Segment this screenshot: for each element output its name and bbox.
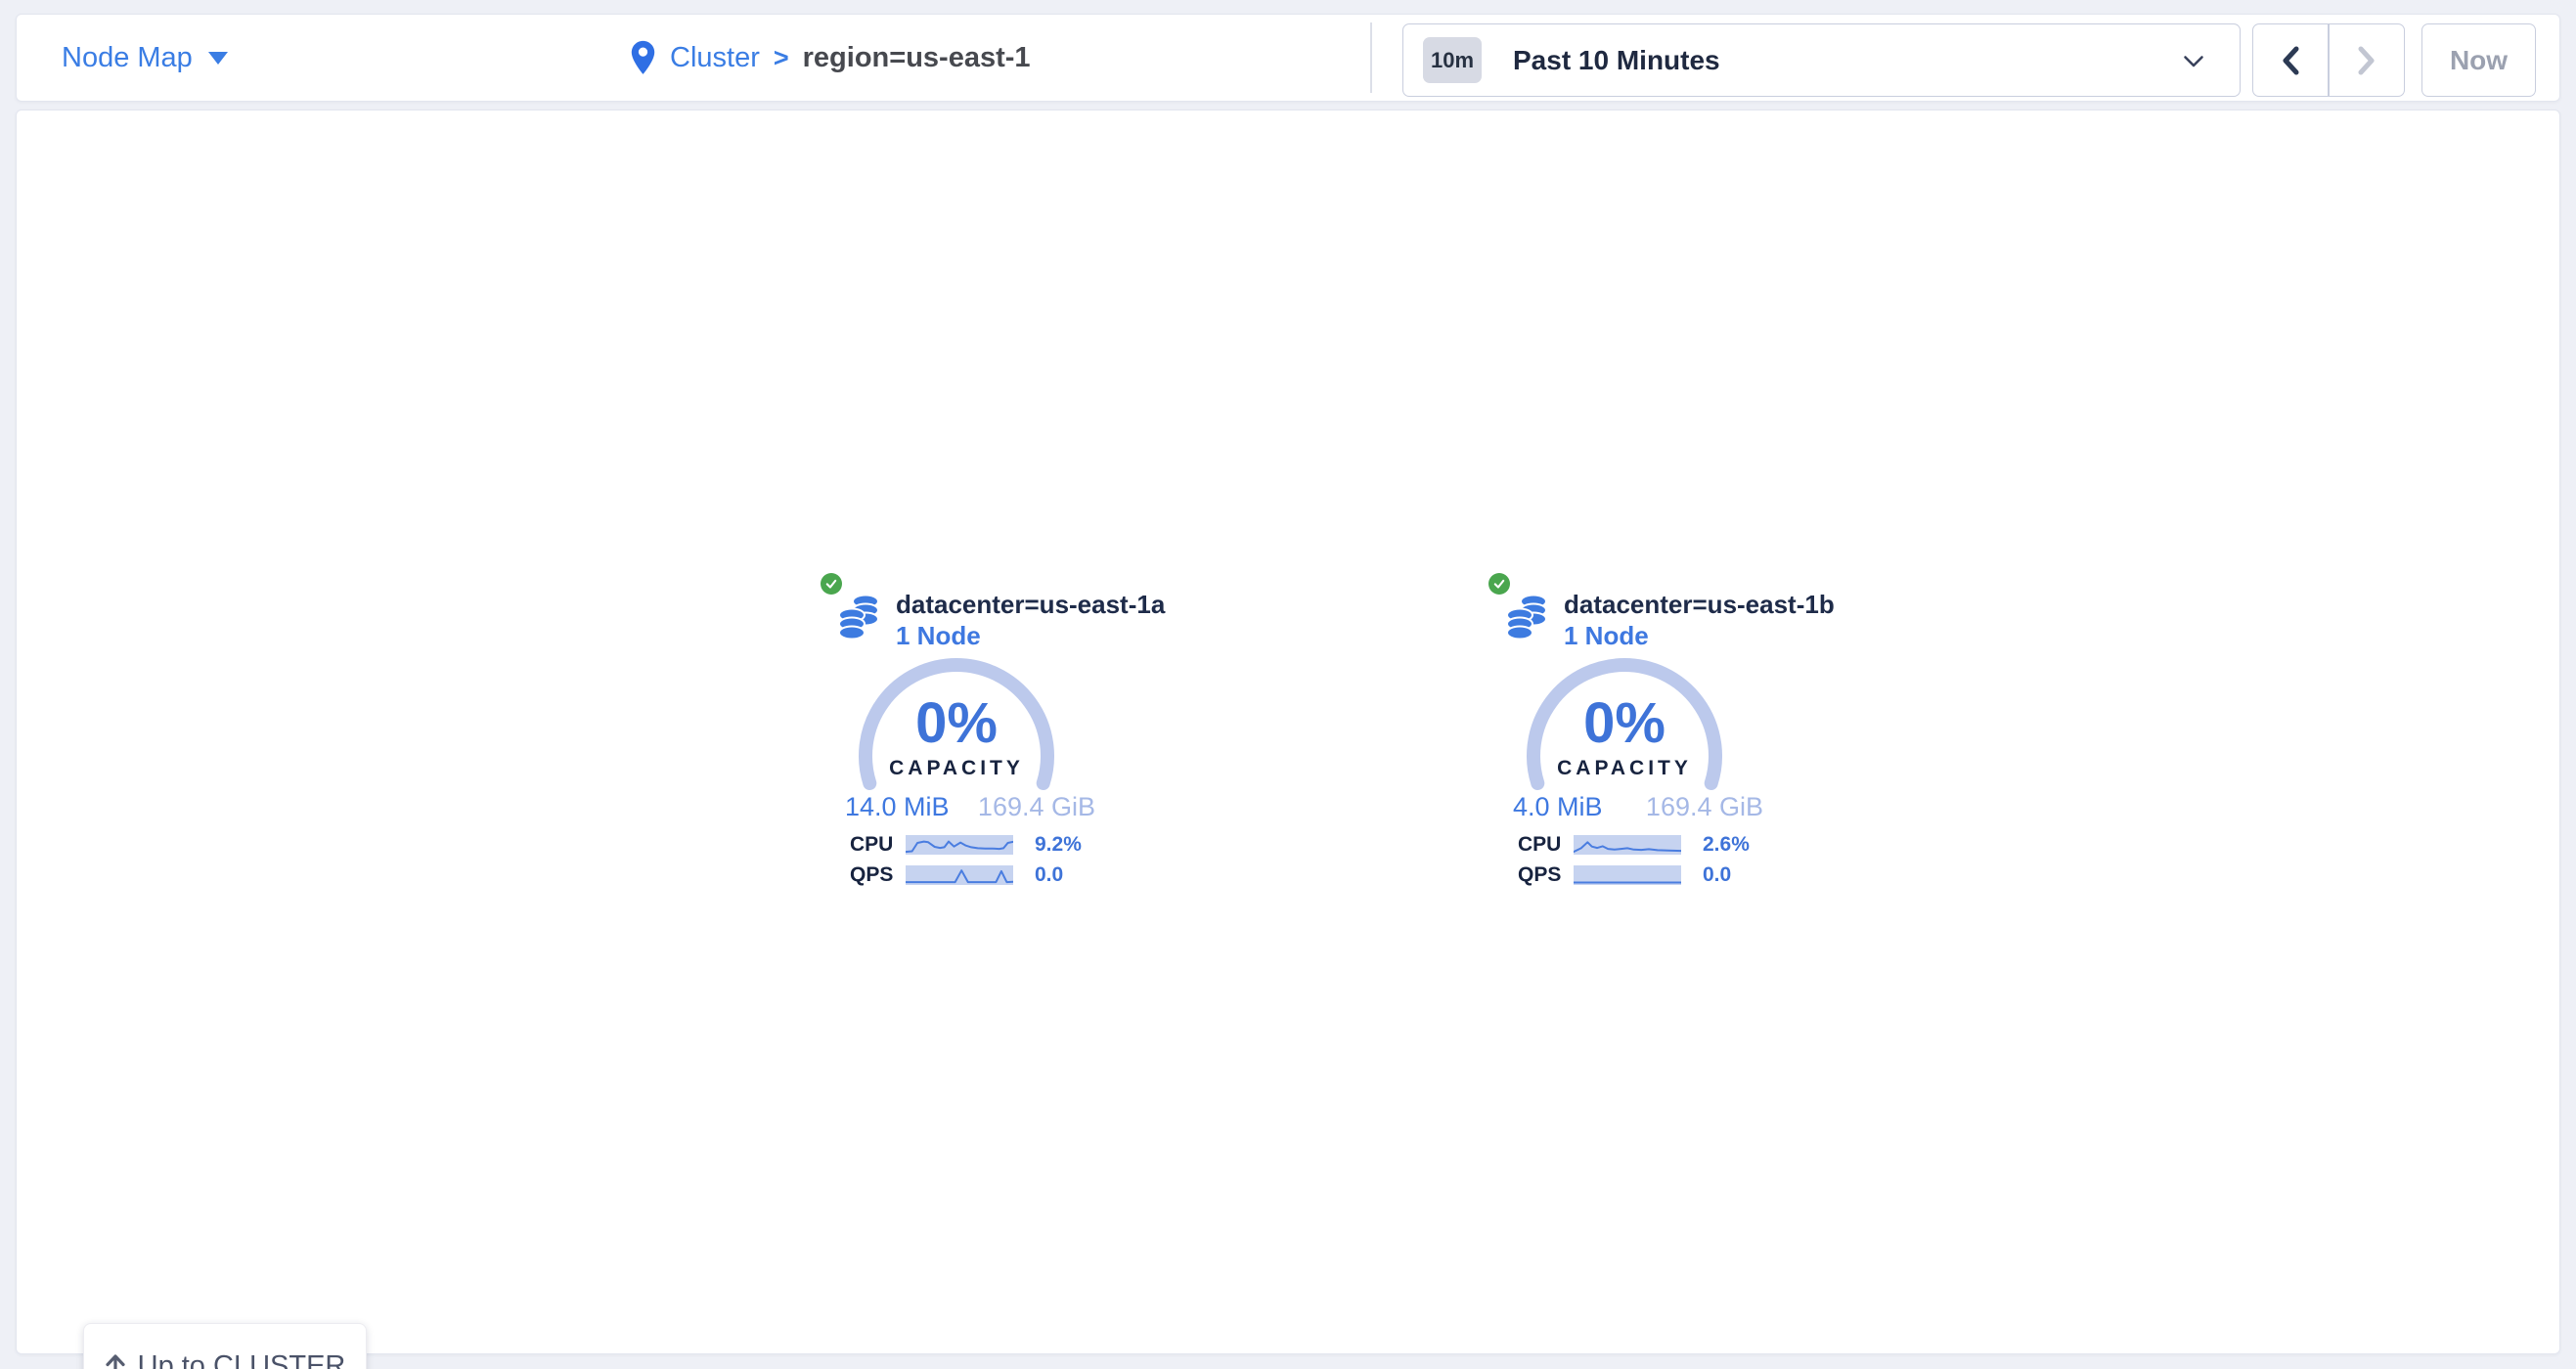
qps-label: QPS — [1518, 863, 1574, 887]
capacity-gauge-center: 0% CAPACITY — [1522, 653, 1727, 780]
time-prev-button[interactable] — [2252, 23, 2329, 97]
time-window-label: Past 10 Minutes — [1513, 45, 1720, 76]
healthy-check-icon — [821, 573, 842, 595]
chevron-left-icon — [2281, 45, 2300, 76]
capacity-percent: 0% — [854, 694, 1059, 753]
now-button[interactable]: Now — [2421, 23, 2536, 97]
qps-label: QPS — [850, 863, 906, 887]
qps-sparkline — [1574, 865, 1681, 885]
location-pin-icon — [630, 40, 656, 75]
time-window-dropdown[interactable]: 10m Past 10 Minutes — [1402, 23, 2241, 97]
locality-name: datacenter=us-east-1b — [1564, 590, 1835, 620]
cpu-sparkline — [906, 835, 1013, 855]
cpu-metric-row: CPU 9.2% — [850, 833, 1104, 857]
capacity-used: 4.0 MiB — [1513, 792, 1603, 822]
cpu-sparkline — [1574, 835, 1681, 855]
qps-sparkline — [906, 865, 1013, 885]
capacity-gauge-center: 0% CAPACITY — [854, 653, 1059, 780]
breadcrumb: Cluster > region=us-east-1 — [630, 15, 1031, 101]
capacity-caption: CAPACITY — [854, 757, 1059, 780]
cpu-label: CPU — [1518, 833, 1574, 857]
breadcrumb-cluster-link[interactable]: Cluster — [670, 42, 760, 74]
locality-name: datacenter=us-east-1a — [896, 590, 1165, 620]
database-stack-icon — [1505, 594, 1548, 645]
capacity-caption: CAPACITY — [1522, 757, 1727, 780]
arrow-up-icon — [105, 1353, 126, 1369]
view-selector-label: Node Map — [62, 42, 193, 74]
capacity-total: 169.4 GiB — [1646, 792, 1763, 822]
breadcrumb-separator: > — [774, 43, 789, 73]
chevron-right-icon — [2357, 45, 2376, 76]
time-nav-group — [2252, 23, 2405, 97]
qps-metric-row: QPS 0.0 — [850, 863, 1104, 887]
cpu-label: CPU — [850, 833, 906, 857]
capacity-used: 14.0 MiB — [845, 792, 950, 822]
capacity-values-row: 14.0 MiB 169.4 GiB — [845, 792, 1095, 822]
locality-node-count-link[interactable]: 1 Node — [896, 621, 981, 651]
header-bar: Node Map Cluster > region=us-east-1 10m … — [16, 14, 2560, 102]
up-to-cluster-label: Up to CLUSTER — [138, 1350, 346, 1369]
up-to-cluster-button[interactable]: Up to CLUSTER — [83, 1323, 367, 1369]
cpu-metric-row: CPU 2.6% — [1518, 833, 1772, 857]
cpu-value: 2.6% — [1703, 833, 1750, 857]
time-window-badge: 10m — [1423, 37, 1482, 83]
locality-card-us-east-1b[interactable]: datacenter=us-east-1b 1 Node 0% CAPACITY… — [1481, 563, 1774, 901]
view-selector-dropdown[interactable]: Node Map — [62, 15, 228, 101]
chevron-down-icon — [2183, 55, 2204, 73]
locality-card-us-east-1a[interactable]: datacenter=us-east-1a 1 Node 0% CAPACITY… — [813, 563, 1106, 901]
qps-value: 0.0 — [1703, 863, 1731, 887]
node-map-screen: Node Map Cluster > region=us-east-1 10m … — [0, 0, 2576, 1369]
database-stack-icon — [837, 594, 880, 645]
caret-down-icon — [208, 52, 228, 65]
qps-value: 0.0 — [1035, 863, 1063, 887]
capacity-percent: 0% — [1522, 694, 1727, 753]
node-map-canvas: datacenter=us-east-1a 1 Node 0% CAPACITY… — [16, 110, 2560, 1354]
time-next-button[interactable] — [2329, 23, 2405, 97]
breadcrumb-current-locality: region=us-east-1 — [803, 42, 1031, 74]
qps-metric-row: QPS 0.0 — [1518, 863, 1772, 887]
capacity-total: 169.4 GiB — [978, 792, 1095, 822]
healthy-check-icon — [1488, 573, 1510, 595]
header-divider — [1370, 22, 1372, 93]
capacity-values-row: 4.0 MiB 169.4 GiB — [1513, 792, 1763, 822]
cpu-value: 9.2% — [1035, 833, 1082, 857]
locality-node-count-link[interactable]: 1 Node — [1564, 621, 1649, 651]
